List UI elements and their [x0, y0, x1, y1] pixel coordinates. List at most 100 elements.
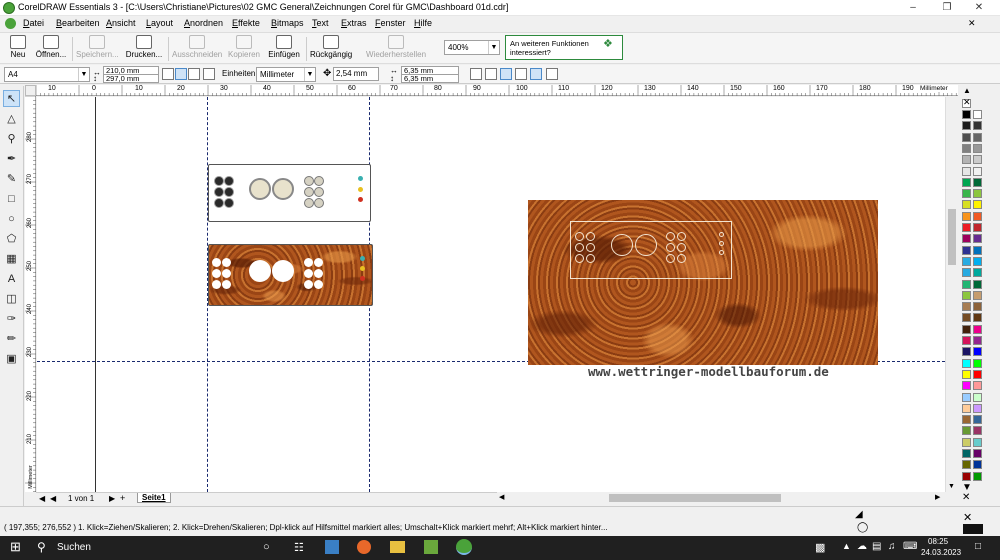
color-swatch[interactable]: [973, 143, 982, 153]
color-swatch[interactable]: [973, 290, 982, 300]
app-icon[interactable]: [424, 540, 438, 554]
notification-icon[interactable]: □: [975, 541, 981, 552]
color-swatch[interactable]: [973, 449, 982, 458]
cut-button[interactable]: Ausschneiden: [172, 35, 222, 63]
zoom-level-select[interactable]: 400% ▼: [444, 40, 500, 55]
color-swatch[interactable]: [973, 471, 982, 481]
menu-effekte[interactable]: Effekte: [232, 18, 260, 28]
menu-ansicht[interactable]: Ansicht: [106, 18, 136, 28]
color-swatch[interactable]: [973, 200, 982, 210]
ellipse-tool-icon[interactable]: ○: [3, 210, 20, 227]
color-swatch[interactable]: [962, 245, 971, 255]
close-button[interactable]: ✕: [964, 0, 994, 16]
cortana-icon[interactable]: ○: [263, 541, 270, 553]
color-swatch[interactable]: [973, 426, 982, 436]
fill-tool-icon[interactable]: ▣: [3, 350, 20, 367]
color-swatch[interactable]: [973, 189, 982, 199]
color-swatch[interactable]: [973, 403, 982, 413]
menu-anordnen[interactable]: Anordnen: [184, 18, 223, 28]
color-swatch[interactable]: [962, 381, 971, 391]
color-swatch[interactable]: [962, 211, 971, 221]
taskbar-search-label[interactable]: Suchen: [57, 542, 91, 553]
copy-button[interactable]: Kopieren: [226, 35, 262, 63]
rectangle-tool-icon[interactable]: □: [3, 190, 20, 207]
color-swatch[interactable]: [962, 279, 971, 289]
color-swatch[interactable]: [962, 460, 971, 470]
clock-time[interactable]: 08:25: [928, 537, 948, 546]
color-swatch[interactable]: [973, 369, 982, 379]
windows-start-icon[interactable]: ⊞: [10, 539, 21, 555]
menu-datei[interactable]: Datei: [23, 18, 44, 28]
units-select[interactable]: Millimeter ▼: [256, 67, 316, 82]
redo-button[interactable]: Wiederherstellen: [366, 35, 426, 63]
horizontal-scrollbar[interactable]: ◀ ▶: [497, 492, 945, 505]
fill-indicator-icon[interactable]: ◢: [855, 509, 863, 520]
task-view-icon[interactable]: ☷: [294, 541, 304, 554]
add-page-icon[interactable]: +: [120, 493, 125, 503]
page-layout-button[interactable]: [203, 68, 215, 80]
color-swatch[interactable]: [973, 460, 982, 470]
color-swatch[interactable]: [962, 110, 971, 119]
color-swatch[interactable]: [962, 302, 971, 312]
color-swatch[interactable]: [962, 143, 971, 153]
color-swatch[interactable]: [962, 189, 971, 199]
calendar-app-icon[interactable]: [325, 540, 339, 554]
open-button[interactable]: Öffnen...: [34, 35, 68, 63]
zoom-tool-icon[interactable]: ⚲: [3, 130, 20, 147]
color-swatch[interactable]: [962, 121, 971, 131]
menu-bearbeiten[interactable]: Bearbeiten: [56, 18, 100, 28]
color-swatch[interactable]: [973, 302, 982, 312]
color-swatch[interactable]: [962, 234, 971, 244]
no-color-swatch[interactable]: ✕: [962, 97, 971, 108]
search-icon[interactable]: ⚲: [37, 540, 46, 554]
options-button[interactable]: [546, 68, 558, 80]
color-swatch[interactable]: [973, 166, 982, 176]
onedrive-icon[interactable]: ☁: [857, 541, 867, 552]
dynamic-guides-button[interactable]: [515, 68, 527, 80]
mdi-close-icon[interactable]: ✕: [968, 18, 976, 29]
color-swatch[interactable]: [973, 336, 982, 345]
color-swatch[interactable]: [962, 369, 971, 379]
shape-tool-icon[interactable]: △: [3, 110, 20, 127]
color-swatch[interactable]: [973, 381, 982, 391]
color-swatch[interactable]: [973, 268, 982, 278]
horizontal-scroll-thumb[interactable]: [609, 494, 781, 502]
color-swatch[interactable]: [962, 268, 971, 278]
menu-extras[interactable]: Extras: [341, 18, 367, 28]
scroll-left-icon[interactable]: ◀: [499, 493, 504, 501]
portrait-button[interactable]: [175, 68, 187, 80]
snap-grid-button[interactable]: [470, 68, 482, 80]
vertical-scrollbar[interactable]: ▼: [945, 97, 958, 492]
color-swatch[interactable]: [973, 234, 982, 244]
color-swatch[interactable]: [973, 155, 982, 165]
color-swatch[interactable]: [962, 155, 971, 165]
palette-close-icon[interactable]: ✕: [962, 492, 970, 503]
save-button[interactable]: Speichern...: [76, 35, 119, 63]
paper-size-select[interactable]: A4 ▼: [4, 67, 90, 82]
color-swatch[interactable]: [973, 392, 982, 402]
color-swatch[interactable]: [973, 121, 982, 131]
all-pages-button[interactable]: [162, 68, 174, 80]
snap-objects-button[interactable]: [500, 68, 512, 80]
upgrade-info-box[interactable]: An weiteren Funktionen interessiert? ❖: [505, 35, 623, 60]
text-tool-icon[interactable]: A: [3, 270, 20, 287]
scroll-right-icon[interactable]: ▶: [935, 493, 940, 501]
color-swatch[interactable]: [962, 471, 971, 481]
color-swatch[interactable]: [973, 177, 982, 187]
first-page-icon[interactable]: ◀: [39, 494, 45, 503]
prev-page-icon[interactable]: ◀: [50, 494, 56, 503]
freehand-tool-icon[interactable]: ✒: [3, 150, 20, 167]
color-swatch[interactable]: [973, 223, 982, 232]
wood-texture-panel[interactable]: [528, 200, 878, 365]
new-button[interactable]: Neu: [6, 35, 30, 63]
vertical-scroll-thumb[interactable]: [948, 209, 956, 265]
undo-button[interactable]: Rückgängig: [310, 35, 352, 63]
next-page-icon[interactable]: ▶: [109, 494, 115, 503]
color-swatch[interactable]: [962, 415, 971, 425]
color-swatch[interactable]: [973, 110, 982, 119]
menu-fenster[interactable]: Fenster: [375, 18, 406, 28]
color-swatch[interactable]: [962, 324, 971, 334]
color-swatch[interactable]: [962, 200, 971, 210]
color-swatch[interactable]: [962, 403, 971, 413]
dashboard-gauges-photo[interactable]: [208, 164, 371, 222]
